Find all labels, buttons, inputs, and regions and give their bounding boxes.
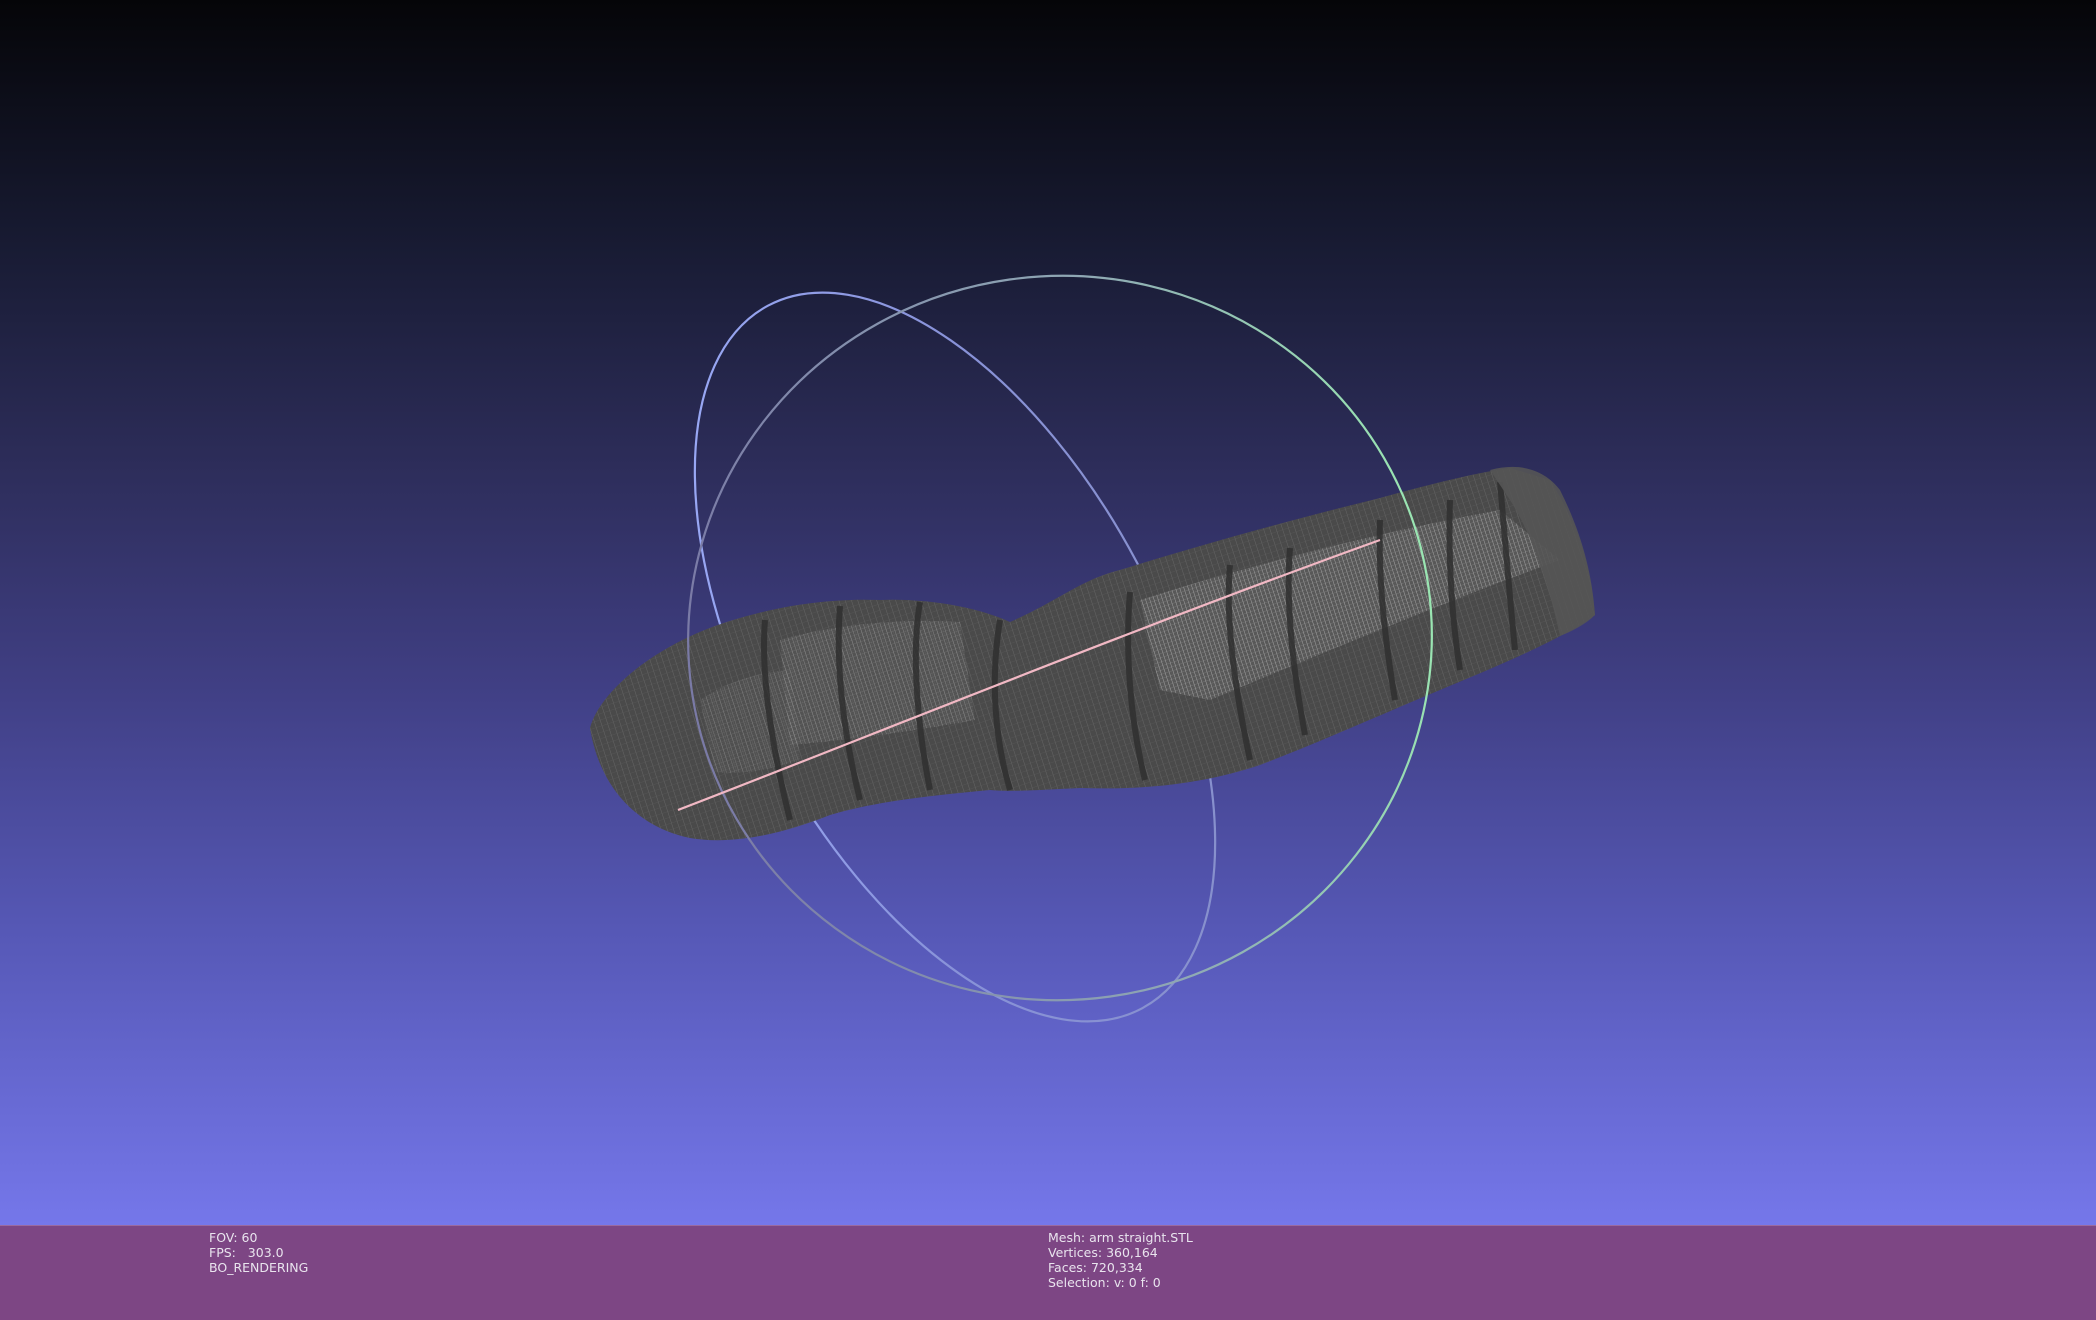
faces-readout: Faces: 720,334 [1048,1260,1193,1275]
fps-label: FPS: [209,1245,236,1260]
faces-value: 720,334 [1090,1260,1143,1275]
fov-label: FOV: [209,1230,238,1245]
vertices-value: 360,164 [1106,1245,1158,1260]
mesh-name: arm straight.STL [1089,1230,1193,1245]
3d-viewport[interactable] [0,0,2096,1225]
fov-readout: FOV: 60 [209,1230,308,1245]
render-mode: BO_RENDERING [209,1260,309,1275]
mesh-label: Mesh: [1048,1230,1086,1245]
selection-value: v: 0 f: 0 [1113,1275,1161,1290]
selection-readout: Selection: v: 0 f: 0 [1048,1275,1193,1290]
mesh-model[interactable] [590,466,1595,841]
selection-label: Selection: [1048,1275,1110,1290]
scene-canvas[interactable] [0,0,2096,1225]
vertices-label: Vertices: [1048,1245,1103,1260]
fov-value: 60 [241,1230,258,1245]
info-bar: FOV: 60 FPS: 303.0 BO_RENDERING Mesh: ar… [0,1225,2096,1320]
render-info: FOV: 60 FPS: 303.0 BO_RENDERING [209,1230,308,1275]
faces-label: Faces: [1048,1260,1087,1275]
meshlab-viewer: FOV: 60 FPS: 303.0 BO_RENDERING Mesh: ar… [0,0,2096,1320]
vertices-readout: Vertices: 360,164 [1048,1245,1193,1260]
fps-value: 303.0 [247,1245,284,1260]
mesh-name-readout: Mesh: arm straight.STL [1048,1230,1193,1245]
mesh-info: Mesh: arm straight.STL Vertices: 360,164… [1048,1230,1193,1290]
fps-readout: FPS: 303.0 [209,1245,308,1260]
